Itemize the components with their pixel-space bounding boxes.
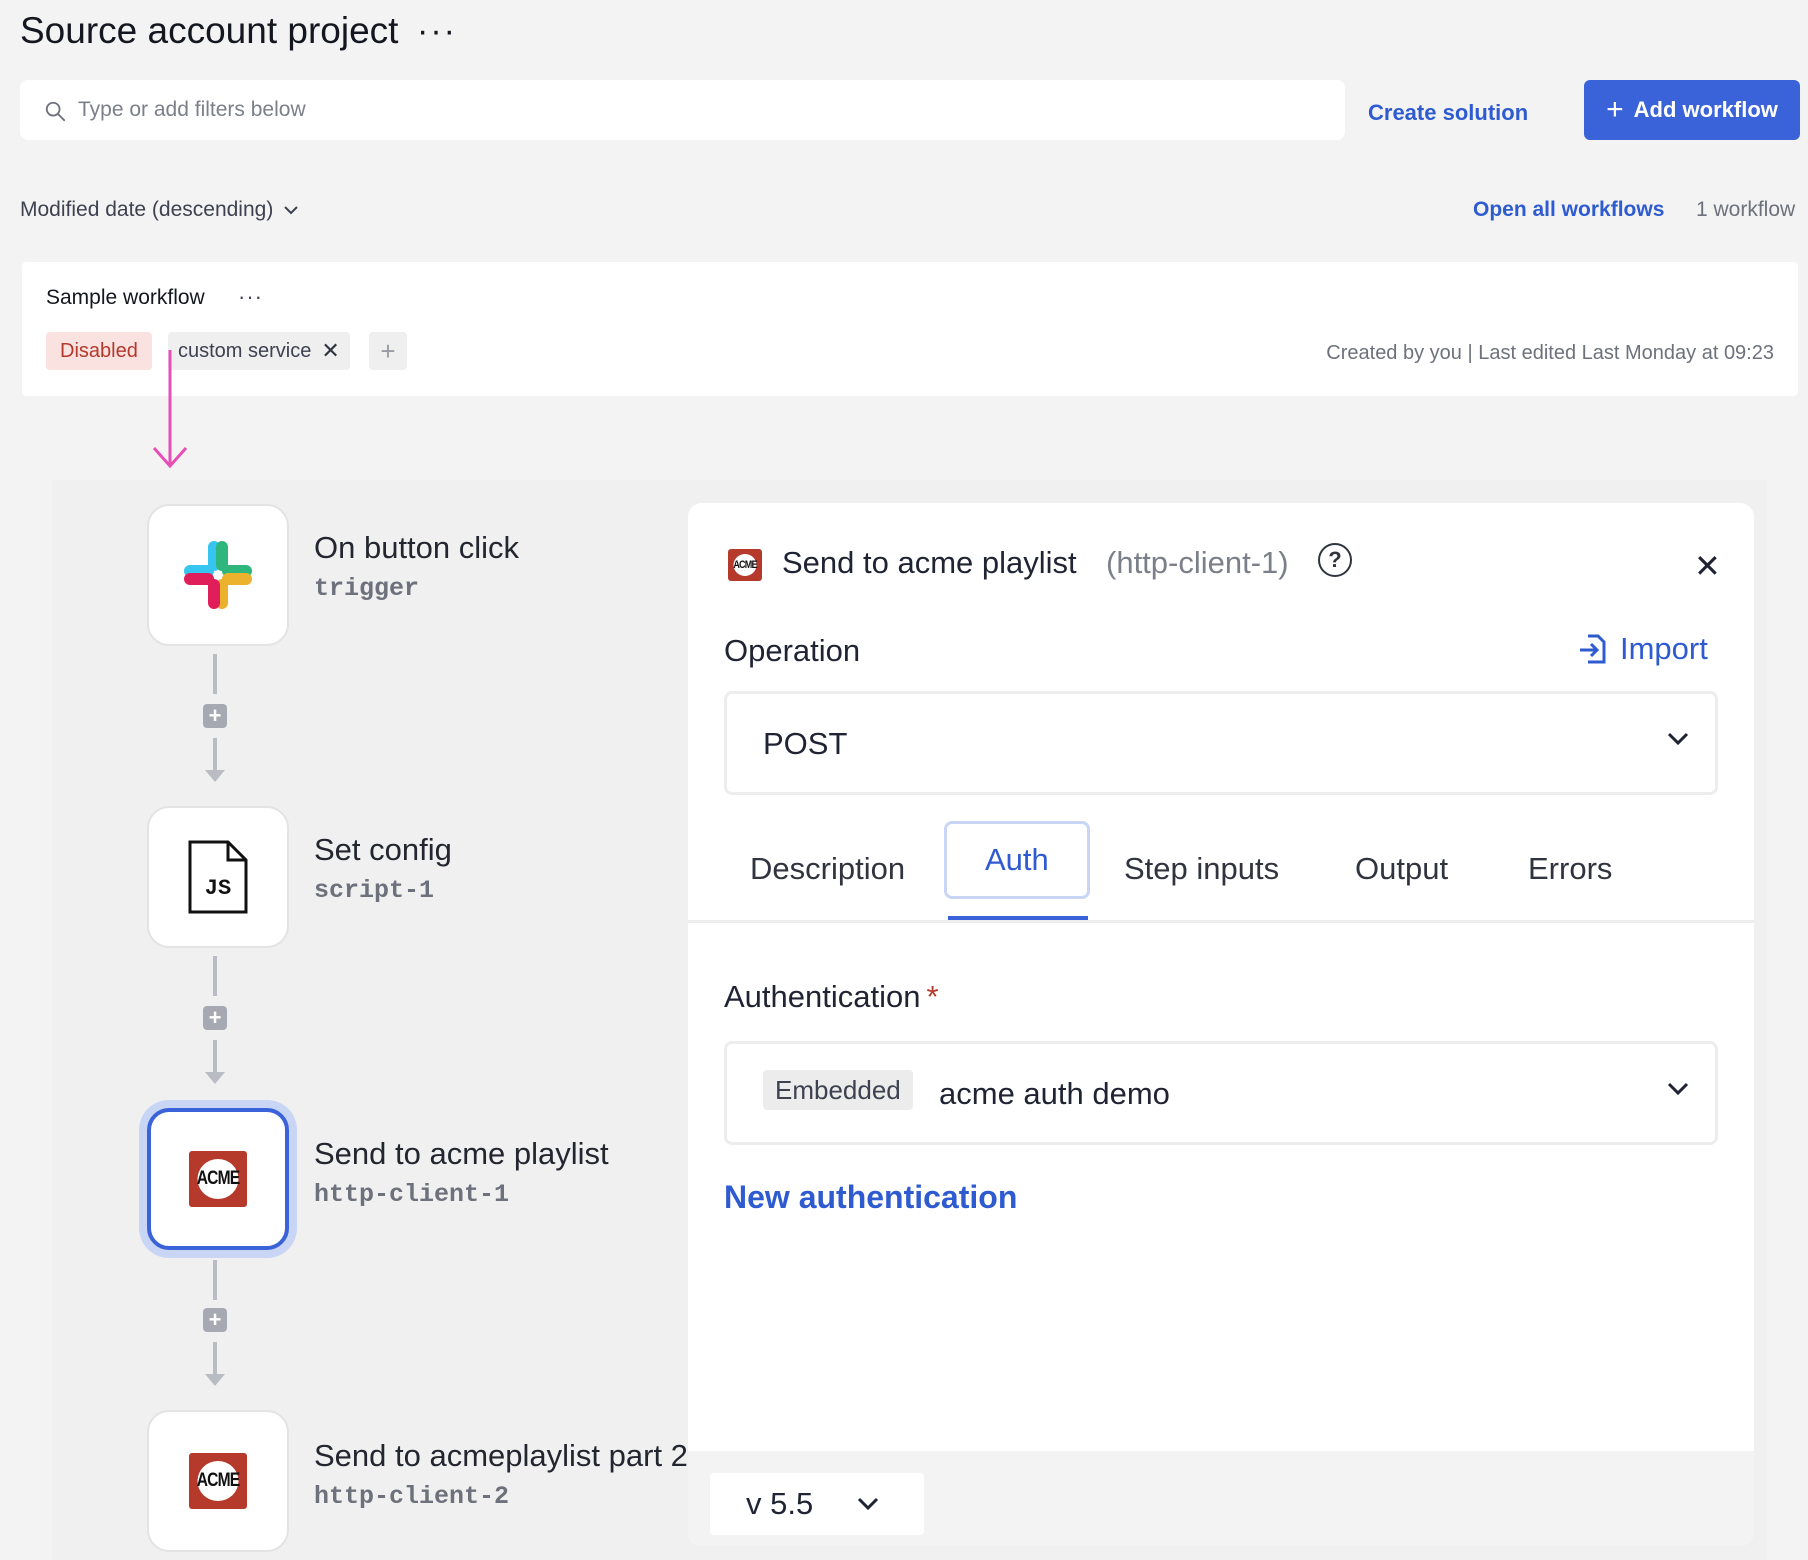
chevron-down-icon <box>1667 1082 1689 1096</box>
workflow-meta: Created by you | Last edited Last Monday… <box>1326 342 1774 364</box>
operation-label: Operation <box>724 633 861 668</box>
help-icon[interactable]: ? <box>1318 543 1352 577</box>
sort-dropdown[interactable]: Modified date (descending) <box>20 198 299 222</box>
chevron-down-icon <box>858 1497 879 1511</box>
chevron-down-icon <box>284 206 299 215</box>
workflow-card[interactable]: Sample workflow ··· Disabled custom serv… <box>22 262 1798 396</box>
operation-value: POST <box>763 726 848 761</box>
chevron-down-icon <box>1667 732 1689 746</box>
acme-logo: ACME <box>189 1151 247 1207</box>
active-tab-indicator <box>948 916 1088 920</box>
tab-description[interactable]: Description <box>750 851 905 887</box>
connector-line <box>213 956 217 996</box>
step-subtitle: trigger <box>314 574 420 603</box>
authentication-select[interactable]: Embedded acme auth demo <box>724 1041 1718 1145</box>
version-value: v 5.5 <box>746 1486 814 1521</box>
tab-auth[interactable]: Auth <box>944 821 1090 899</box>
create-solution-link[interactable]: Create solution <box>1368 100 1528 126</box>
authentication-label: Authentication * <box>724 979 939 1014</box>
connector-arrow-icon <box>205 1072 225 1084</box>
workflow-count: 1 workflow <box>1696 198 1796 221</box>
tag-label: custom service <box>178 339 312 362</box>
remove-tag-icon[interactable]: ✕ <box>321 338 339 364</box>
open-all-workflows-link[interactable]: Open all workflows <box>1473 198 1664 222</box>
step-subtitle: script-1 <box>314 876 435 905</box>
search-bar[interactable] <box>20 80 1345 140</box>
step-node-http-client-2[interactable]: ACME <box>147 1410 289 1552</box>
operation-select[interactable]: POST <box>724 691 1718 795</box>
panel-tabs: Description Auth Step inputs Output Erro… <box>688 821 1754 923</box>
step-node-script[interactable]: JS <box>147 806 289 948</box>
import-label: Import <box>1620 631 1708 666</box>
connector-line <box>213 1260 217 1300</box>
step-title[interactable]: Send to acme playlist <box>314 1136 609 1172</box>
status-badge: Disabled <box>46 332 152 370</box>
step-subtitle: http-client-2 <box>314 1482 510 1511</box>
acme-logo: ACME <box>728 549 762 581</box>
panel-footer: v 5.5 <box>688 1451 1754 1546</box>
add-workflow-label: Add workflow <box>1633 97 1778 122</box>
step-title[interactable]: Set config <box>314 832 452 868</box>
add-workflow-button[interactable]: + Add workflow <box>1584 80 1800 140</box>
connector-arrow-icon <box>205 770 225 782</box>
js-label: JS <box>205 876 231 901</box>
connector-line <box>213 654 217 694</box>
connector-line <box>213 1342 217 1378</box>
close-icon[interactable]: ✕ <box>1694 547 1721 585</box>
connector-line <box>213 738 217 774</box>
new-authentication-link[interactable]: New authentication <box>724 1179 1017 1216</box>
search-input[interactable] <box>78 92 1278 128</box>
step-title[interactable]: On button click <box>314 530 519 566</box>
authentication-value: acme auth demo <box>939 1076 1170 1111</box>
step-node-trigger[interactable] <box>147 504 289 646</box>
acme-logo: ACME <box>189 1453 247 1509</box>
add-step-button[interactable]: + <box>203 1308 227 1332</box>
add-tag-button[interactable]: + <box>369 332 407 370</box>
workflow-menu-button[interactable]: ··· <box>238 284 263 310</box>
step-node-http-client-1[interactable]: ACME <box>147 1108 289 1250</box>
required-mark: * <box>926 979 939 1014</box>
search-icon <box>45 101 66 122</box>
add-step-button[interactable]: + <box>203 704 227 728</box>
step-title[interactable]: Send to acmeplaylist part 2 <box>314 1438 688 1474</box>
connector-arrow-icon <box>205 1374 225 1386</box>
import-button[interactable]: Import <box>1578 631 1708 667</box>
panel-step-id: (http-client-1) <box>1106 545 1289 580</box>
connector-line <box>213 1040 217 1076</box>
project-menu-button[interactable]: ··· <box>417 14 457 48</box>
annotation-arrow-icon <box>152 350 188 469</box>
page-title: Source account project <box>20 10 399 51</box>
tab-step-inputs[interactable]: Step inputs <box>1124 851 1279 887</box>
tab-errors[interactable]: Errors <box>1528 851 1612 887</box>
js-file-icon: JS <box>188 840 248 914</box>
slack-icon <box>184 541 252 609</box>
sort-label: Modified date (descending) <box>20 198 274 221</box>
tab-output[interactable]: Output <box>1355 851 1448 887</box>
version-select[interactable]: v 5.5 <box>710 1473 924 1535</box>
workflow-name[interactable]: Sample workflow <box>46 286 205 310</box>
panel-title: Send to acme playlist <box>782 545 1077 580</box>
embedded-badge: Embedded <box>763 1070 913 1110</box>
plus-icon: + <box>1606 93 1624 126</box>
add-step-button[interactable]: + <box>203 1006 227 1030</box>
step-subtitle: http-client-1 <box>314 1180 510 1209</box>
import-icon <box>1580 634 1606 664</box>
step-config-panel: ACME Send to acme playlist (http-client-… <box>688 503 1754 1546</box>
